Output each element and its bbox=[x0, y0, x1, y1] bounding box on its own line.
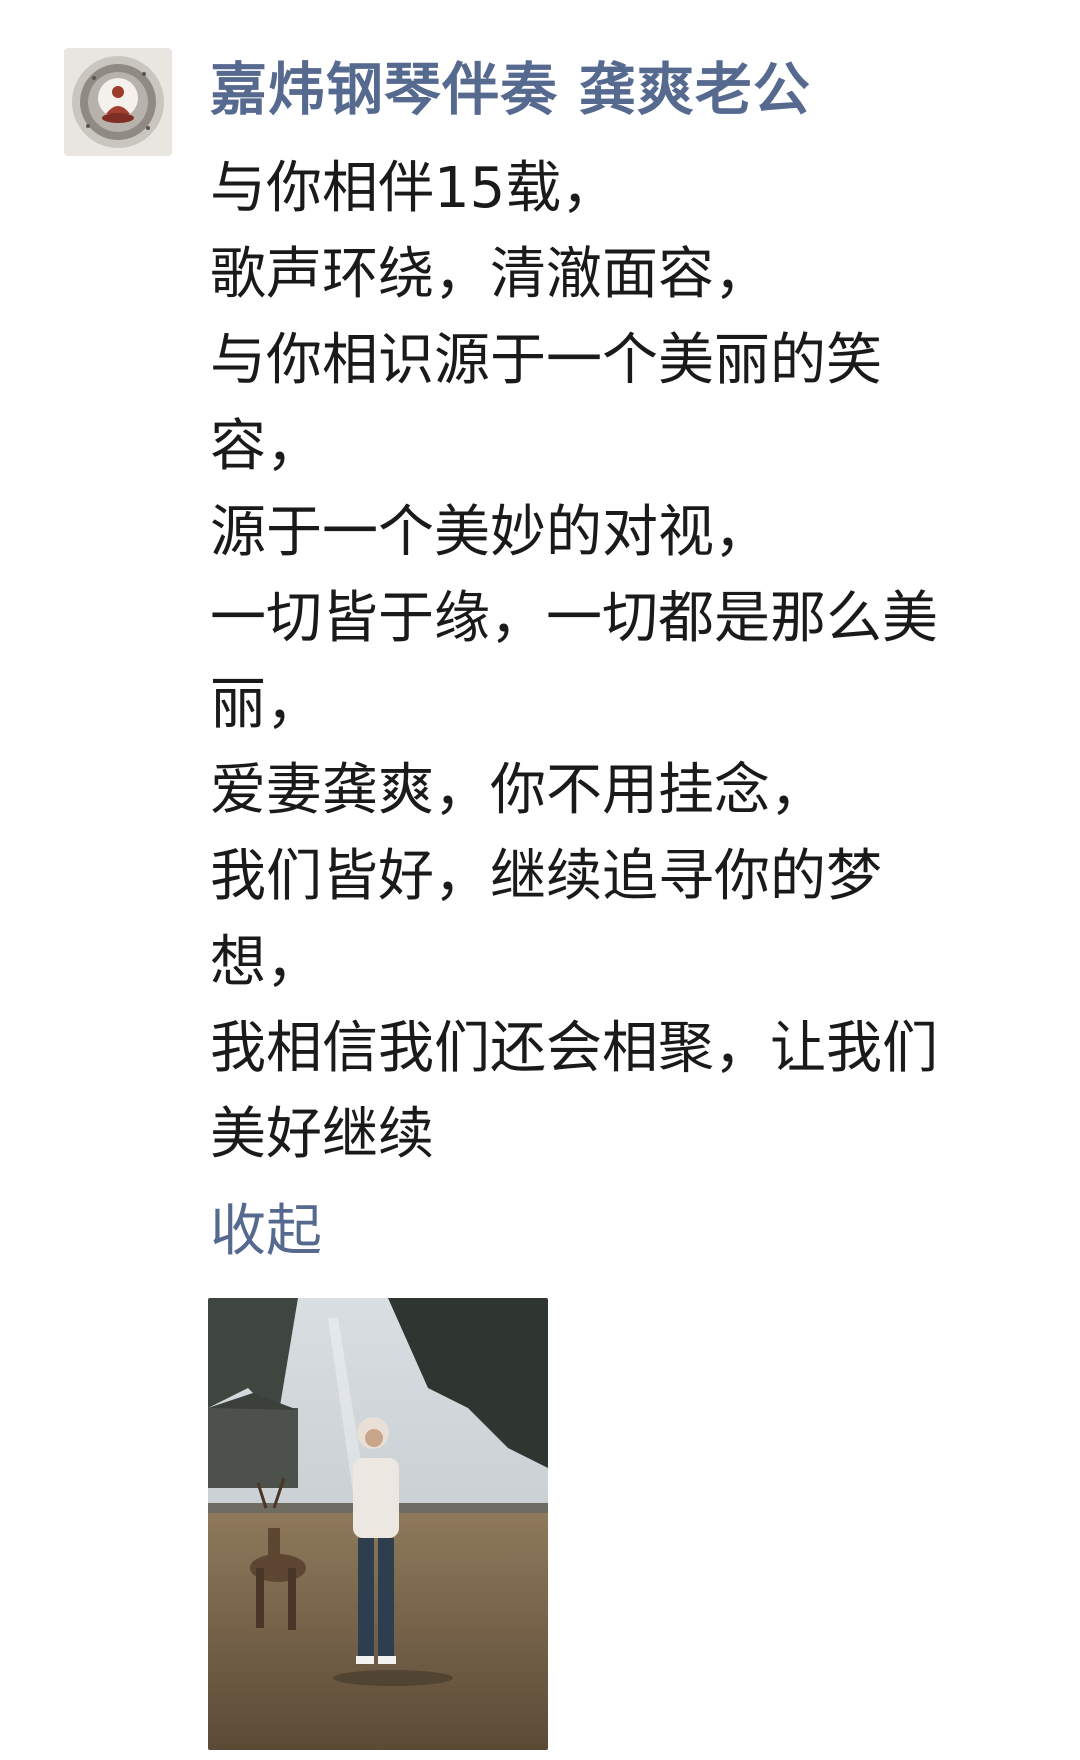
collapse-link[interactable]: 收起 bbox=[210, 1192, 322, 1272]
post-line: 与你相伴15载， bbox=[210, 156, 618, 221]
post-line: 源于一个美妙的对视， bbox=[210, 500, 770, 565]
post-line: 美好继续 bbox=[210, 1102, 434, 1167]
post-line: 一切皆于缘，一切都是那么美 bbox=[210, 586, 938, 651]
author-name[interactable]: 嘉炜钢琴伴奏 龚爽老公 bbox=[210, 54, 811, 126]
post-body: 与你相伴15载， 歌声环绕，清澈面容， 与你相识源于一个美丽的笑 容， 源于一个… bbox=[210, 146, 1010, 1178]
post-line: 与你相识源于一个美丽的笑 bbox=[210, 328, 882, 393]
post-line: 歌声环绕，清澈面容， bbox=[210, 242, 770, 307]
post-line: 丽， bbox=[210, 672, 322, 737]
post-photo[interactable] bbox=[208, 1298, 548, 1750]
avatar[interactable] bbox=[64, 48, 172, 156]
moment-post: 嘉炜钢琴伴奏 龚爽老公 与你相伴15载， 歌声环绕，清澈面容， 与你相识源于一个… bbox=[0, 0, 1080, 1760]
post-line: 我相信我们还会相聚，让我们 bbox=[210, 1016, 938, 1081]
woman-with-deer-photo-icon bbox=[208, 1298, 548, 1750]
post-line: 想， bbox=[210, 930, 322, 995]
post-line: 爱妻龚爽，你不用挂念， bbox=[210, 758, 826, 823]
post-line: 我们皆好，继续追寻你的梦 bbox=[210, 844, 882, 909]
post-line: 容， bbox=[210, 414, 322, 479]
meditating-buddha-icon bbox=[64, 48, 172, 156]
